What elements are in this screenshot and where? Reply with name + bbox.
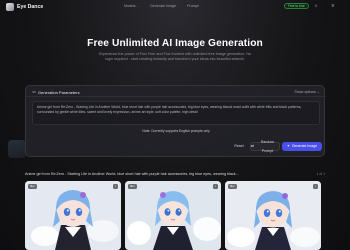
anime-girl-image (225, 181, 321, 250)
sparkle-icon: ✦ (286, 144, 290, 148)
show-options-button[interactable]: Show options ⌄ (294, 90, 320, 94)
model-tag: flux (28, 184, 37, 189)
nav-links: Models ⌄ Generate Image Prompt (124, 4, 199, 8)
generate-image-label: Generate Image (291, 144, 318, 148)
result-header: Anime girl from Re:Zero - Starting Life … (25, 172, 325, 178)
sliders-icon: ⚌ (32, 88, 37, 94)
generation-panel: ⚌ Generation Parameters Show options ⌄ A… (25, 85, 326, 157)
panel-header: ⚌ Generation Parameters Show options ⌄ (26, 86, 326, 97)
prompt-input[interactable]: Anime girl from Re:Zero - Starting Life … (32, 101, 320, 125)
random-prompt-button[interactable]: ⇄ Random Prompt (250, 140, 280, 153)
nav-link-prompt[interactable]: Prompt (187, 4, 199, 8)
logo[interactable]: Eye Dance (6, 3, 43, 11)
page-title: Free Unlimited AI Image Generation (87, 38, 263, 49)
result-image-card[interactable]: flux ↓ (125, 181, 221, 250)
logo-text: Eye Dance (17, 4, 44, 10)
top-nav: Eye Dance Models ⌄ Generate Image Prompt… (0, 0, 350, 15)
reset-button-label: Reset (234, 144, 244, 148)
panel-title: Generation Parameters (38, 89, 80, 95)
generate-image-button[interactable]: ✦ Generate Image (282, 142, 322, 151)
free-badge: Free to Use (284, 3, 309, 9)
model-tag: flux (128, 184, 137, 189)
download-icon[interactable]: ↓ (213, 184, 218, 189)
chevron-down-icon: ⌄ (136, 4, 140, 8)
anime-girl-image (125, 181, 221, 250)
download-icon[interactable]: ↓ (113, 184, 118, 189)
result-prompt-preview: Anime girl from Re:Zero - Starting Life … (25, 172, 239, 176)
anime-girl-image (25, 181, 121, 250)
download-icon[interactable]: ↓ (313, 184, 318, 189)
random-prompt-label: Random Prompt (260, 139, 275, 153)
logo-icon (6, 3, 14, 11)
nav-link-models-label: Models (124, 4, 136, 8)
result-image-card[interactable]: flux ↓ (25, 181, 121, 250)
shuffle-icon: ⇄ (251, 144, 254, 148)
menu-icon[interactable]: ≡ (330, 3, 336, 9)
floating-avatar[interactable] (8, 140, 26, 158)
reset-button[interactable]: Reset (230, 142, 248, 151)
nav-link-models[interactable]: Models ⌄ (124, 4, 139, 8)
model-tag: flux (228, 184, 237, 189)
result-image-card[interactable]: flux ↓ (225, 181, 321, 250)
sun-icon[interactable]: ☼ (313, 3, 319, 9)
page-subtitle: Experience the power of Flux Free and Fl… (98, 52, 252, 62)
result-count: 1 of 1 (316, 172, 325, 176)
nav-link-generate-image[interactable]: Generate Image (150, 4, 176, 8)
language-note: Note: Currently supports English prompts… (142, 129, 210, 133)
